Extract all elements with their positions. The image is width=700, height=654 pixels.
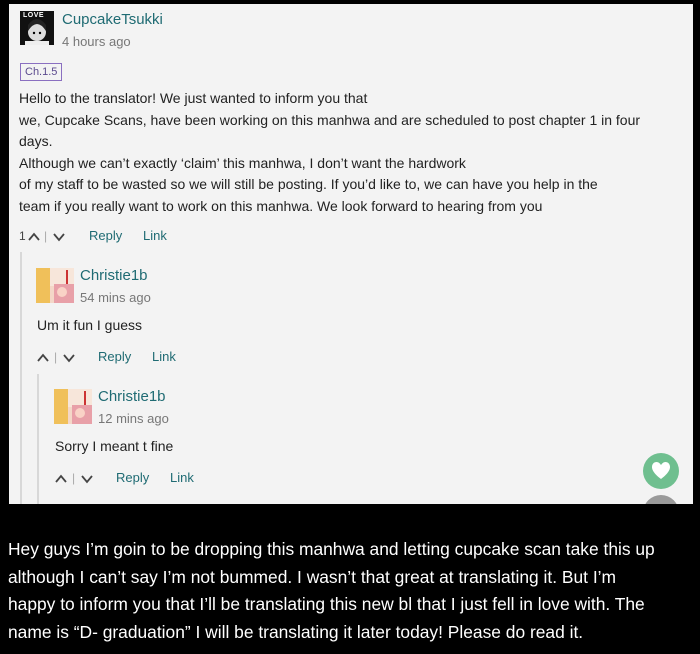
reply-author[interactable]: Christie1b — [80, 267, 148, 284]
comment-line: team if you really want to work on this … — [19, 197, 543, 214]
comment-time: 4 hours ago — [62, 34, 131, 49]
comment-line: days. — [19, 133, 53, 149]
thread-line — [20, 252, 22, 504]
vote-divider: | — [54, 350, 58, 364]
comment-line: Hello to the translator! We just wanted … — [19, 90, 368, 106]
reply-body: Sorry I meant t fine — [55, 438, 174, 454]
heart-button[interactable] — [643, 453, 679, 489]
reply-button[interactable]: Reply — [98, 349, 131, 364]
chevron-down-icon[interactable] — [63, 351, 75, 366]
reply-button[interactable]: Reply — [116, 470, 149, 485]
vote-divider: | — [72, 471, 76, 485]
link-button[interactable]: Link — [143, 228, 167, 243]
vote-divider: | — [44, 229, 48, 243]
comments-panel: LOVE CupcakeTsukki 4 hours ago Ch.1.5 He… — [9, 4, 693, 504]
thread-line — [37, 374, 39, 504]
comment-author[interactable]: CupcakeTsukki — [62, 11, 163, 28]
link-button[interactable]: Link — [170, 470, 194, 485]
chapter-tag[interactable]: Ch.1.5 — [20, 63, 63, 81]
avatar-image — [36, 268, 74, 303]
reply-time: 12 mins ago — [98, 411, 169, 426]
caption: Hey guys I’m goin to be dropping this ma… — [8, 536, 692, 646]
avatar[interactable]: LOVE — [20, 11, 54, 45]
avatar-image — [54, 389, 92, 424]
chevron-up-icon[interactable] — [37, 351, 49, 366]
comment-line: Although we can’t exactly ‘claim’ this m… — [19, 154, 466, 171]
chevron-up-icon[interactable] — [28, 230, 40, 245]
reply-author[interactable]: Christie1b — [98, 388, 166, 405]
avatar-label: LOVE — [23, 12, 45, 19]
heart-icon — [652, 462, 670, 479]
reply-button[interactable]: Reply — [89, 228, 122, 243]
avatar[interactable] — [36, 268, 74, 303]
chevron-down-icon[interactable] — [53, 230, 65, 245]
comment-body: Hello to the translator! We just wanted … — [19, 88, 640, 217]
comment-line: of my staff to be wasted so we will stil… — [19, 176, 598, 192]
chevron-up-icon[interactable] — [55, 472, 67, 487]
caption-line: although I can’t say I’m not bummed. I w… — [8, 566, 617, 587]
chevron-down-icon[interactable] — [81, 472, 93, 487]
avatar[interactable] — [54, 389, 92, 424]
link-button[interactable]: Link — [152, 349, 176, 364]
reply-time: 54 mins ago — [80, 290, 151, 305]
caption-line: happy to inform you that I’ll be transla… — [8, 594, 645, 614]
secondary-fab[interactable] — [643, 495, 679, 504]
caption-line: name is “D- graduation” I will be transl… — [8, 621, 584, 642]
comment-line: we, Cupcake Scans, have been working on … — [19, 111, 641, 128]
upvote-count: 1 — [19, 229, 26, 243]
reply-body: Um it fun I guess — [37, 317, 143, 333]
caption-line: Hey guys I’m goin to be dropping this ma… — [8, 539, 655, 559]
